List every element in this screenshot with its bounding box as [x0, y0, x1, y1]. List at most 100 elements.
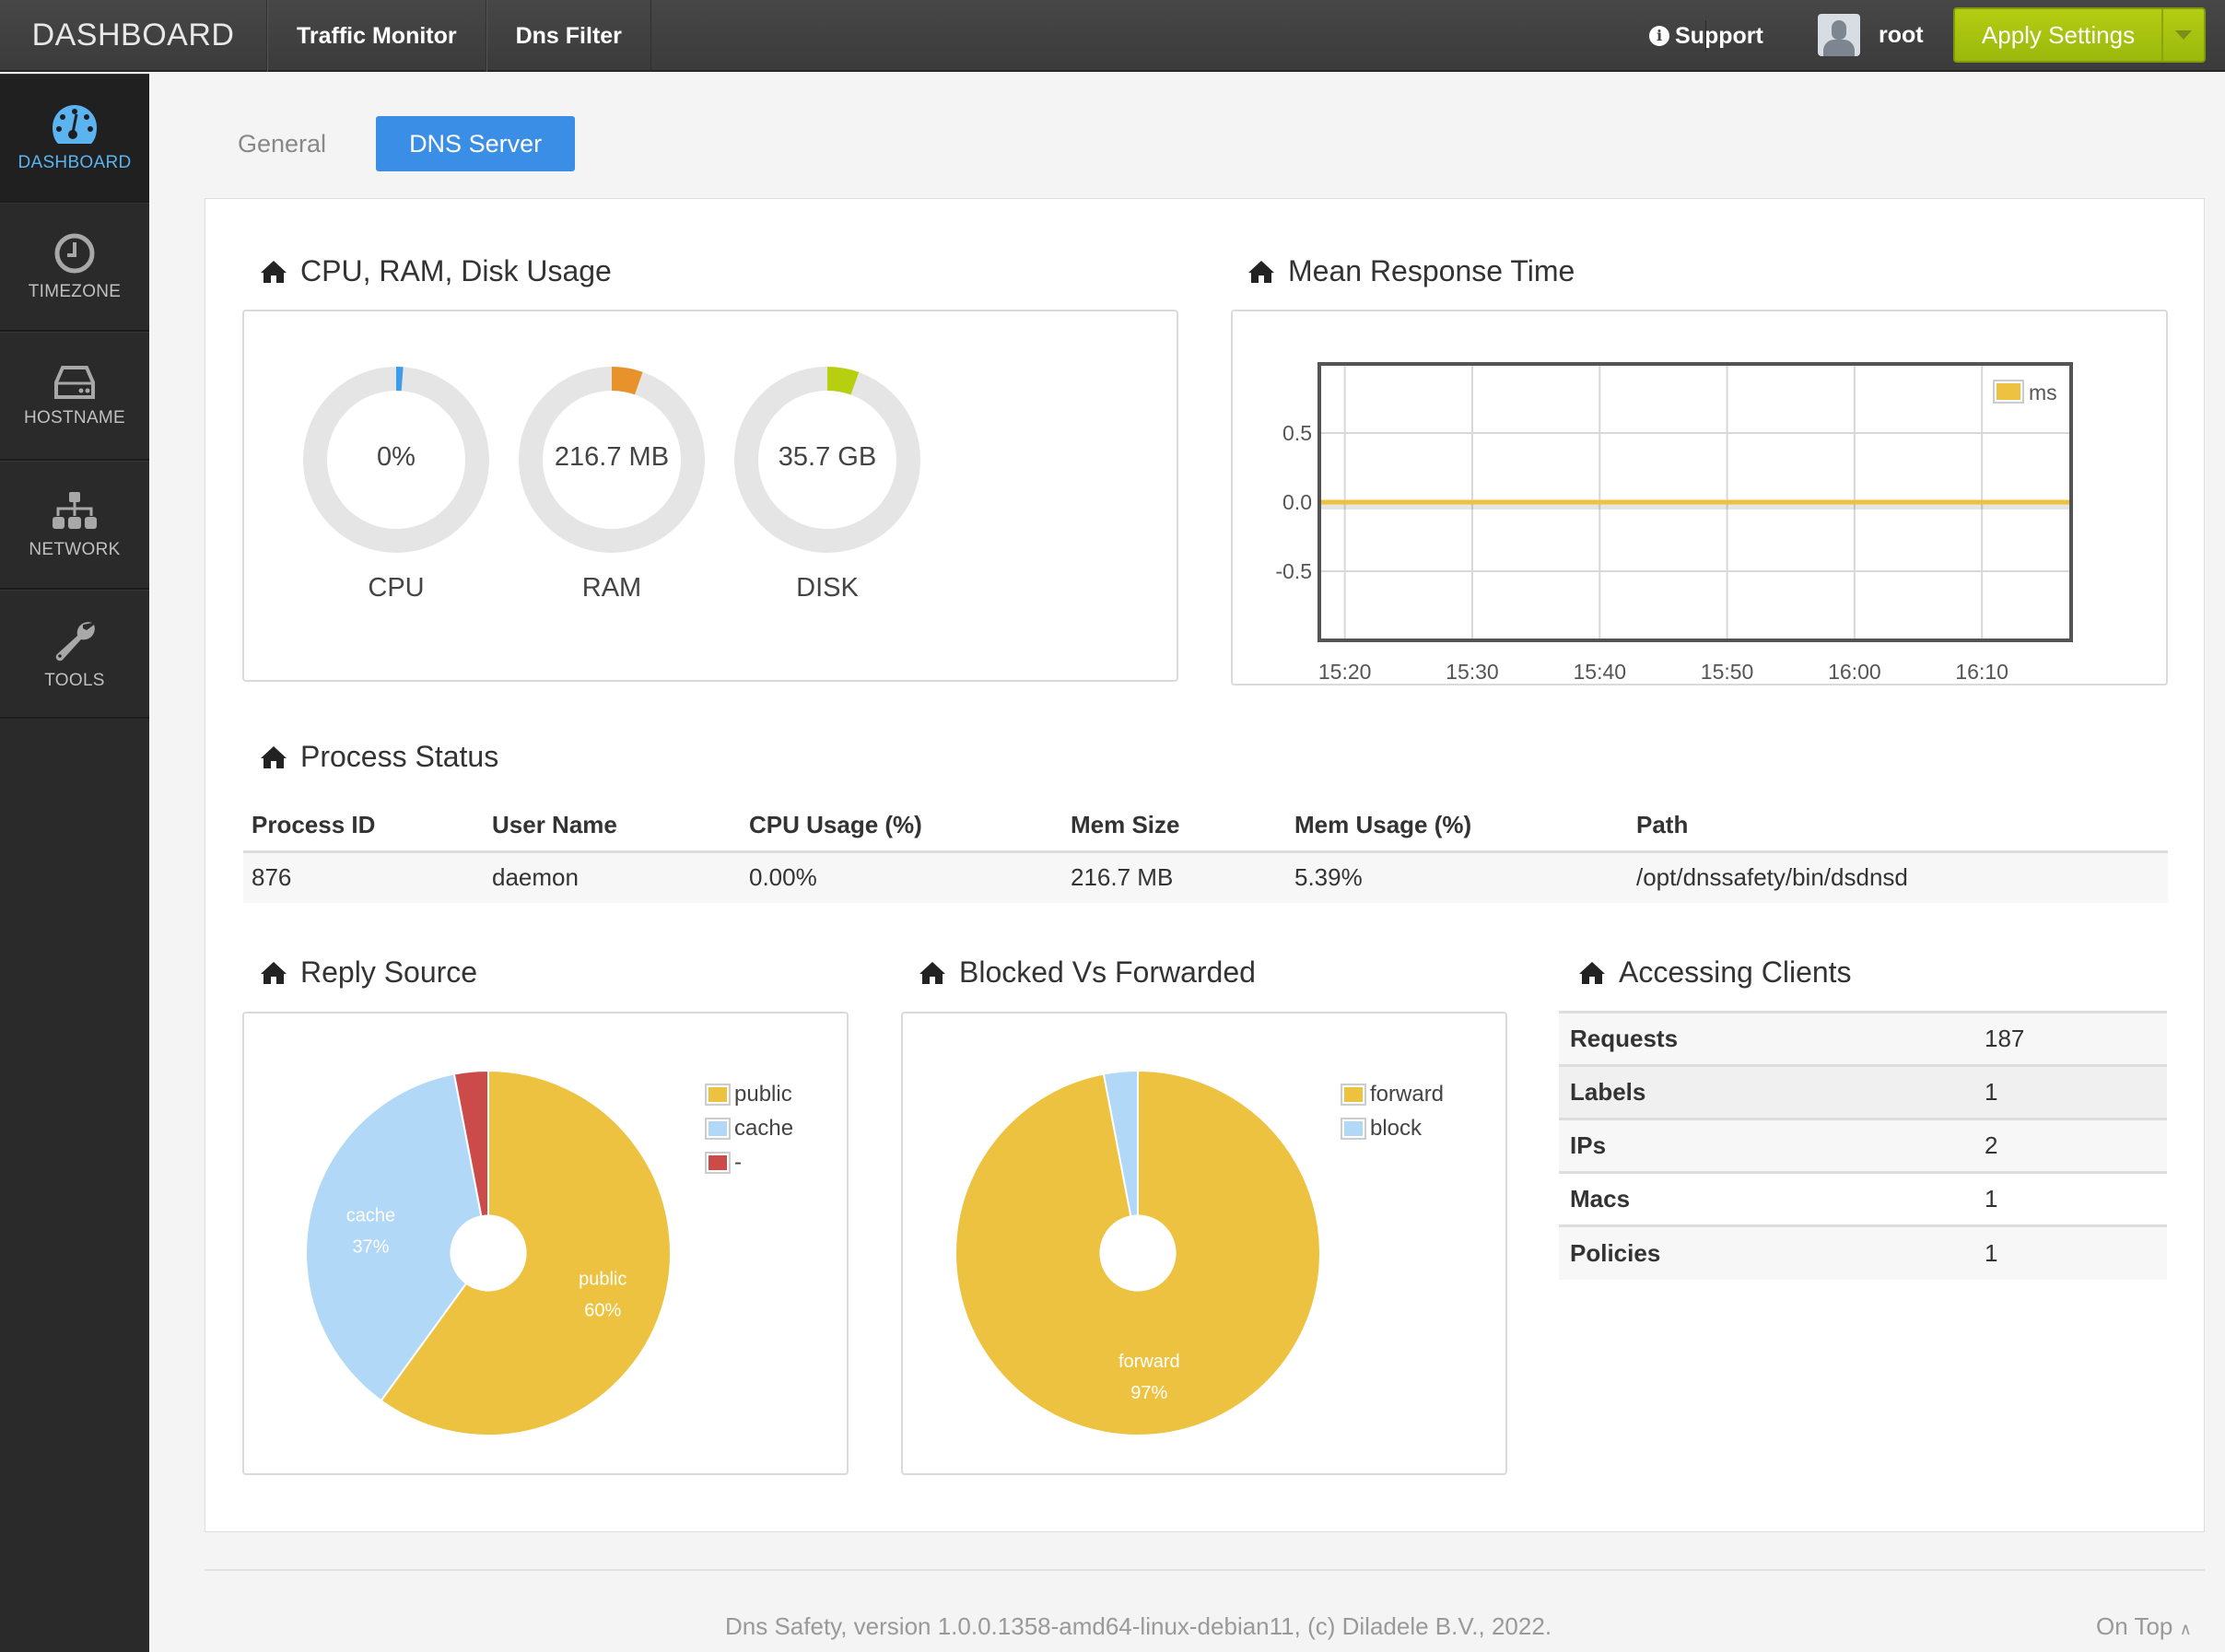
- column-header: Mem Usage (%): [1286, 800, 1628, 853]
- section-title-text: Accessing Clients: [1619, 955, 1852, 989]
- chevron-up-icon: ∧: [2179, 1620, 2192, 1638]
- section-title-text: Reply Source: [300, 955, 478, 989]
- gauge-ram: 216.7 MB RAM: [517, 365, 707, 603]
- user-menu[interactable]: root: [1818, 14, 1924, 56]
- on-top-link[interactable]: On Top ∧: [2096, 1612, 2192, 1641]
- dashboard-gauge-icon: [53, 104, 97, 144]
- pie-slice-label: public: [579, 1269, 627, 1289]
- y-tick-label: 0.0: [1282, 490, 1312, 514]
- column-header: User Name: [484, 800, 741, 853]
- sidebar-item-hostname[interactable]: HOSTNAME: [0, 332, 149, 461]
- section-title-text: Blocked Vs Forwarded: [959, 955, 1256, 989]
- footer-divider: [205, 1569, 2205, 1571]
- sidebar-item-tools[interactable]: TOOLS: [0, 590, 149, 719]
- sidebar-item-label: NETWORK: [29, 539, 121, 559]
- apply-settings-button[interactable]: Apply Settings: [1953, 7, 2206, 63]
- table-row: IPs 2: [1559, 1118, 2167, 1173]
- gauge-caption: RAM: [581, 573, 642, 603]
- legend-item: forward: [1341, 1077, 1444, 1111]
- section-title-text: CPU, RAM, Disk Usage: [300, 254, 612, 287]
- legend-swatch: [705, 1083, 731, 1106]
- gauge-value: 0%: [377, 442, 416, 472]
- x-tick-label: 15:40: [1573, 660, 1626, 684]
- table-header-row: Process ID User Name CPU Usage (%) Mem S…: [243, 800, 2168, 853]
- pie-slice-percent: 60%: [584, 1300, 621, 1320]
- cell-path: /opt/dnssafety/bin/dsdnsd: [1628, 851, 2168, 903]
- cell-user-name: daemon: [484, 851, 741, 903]
- brand-logo[interactable]: DASHBOARD: [0, 0, 267, 72]
- reply-source-legend: public cache -: [705, 1077, 793, 1179]
- apply-settings-label[interactable]: Apply Settings: [1955, 9, 2163, 61]
- sidebar: DASHBOARD TIMEZONE HOSTNAME NETWORK TOOL…: [0, 74, 149, 1652]
- sitemap-icon: [53, 491, 97, 529]
- on-top-label: On Top: [2096, 1612, 2173, 1640]
- row-value: 187: [1973, 1011, 2167, 1066]
- nav-traffic-monitor[interactable]: Traffic Monitor: [267, 0, 486, 72]
- footer-version-text: Dns Safety, version 1.0.0.1358-amd64-lin…: [725, 1612, 1552, 1640]
- home-icon: [261, 260, 287, 283]
- apply-settings-dropdown-toggle[interactable]: [2163, 9, 2204, 61]
- x-tick-label: 15:20: [1318, 660, 1372, 684]
- sidebar-item-timezone[interactable]: TIMEZONE: [0, 203, 149, 332]
- clock-icon: [54, 233, 95, 273]
- legend-label: public: [734, 1081, 792, 1107]
- pie-slice-label: forward: [1118, 1352, 1180, 1372]
- pie-center-hole: [1099, 1214, 1177, 1292]
- section-title-text: Process Status: [300, 740, 499, 773]
- home-icon: [1579, 961, 1605, 984]
- top-navbar: DASHBOARD Traffic Monitor Dns Filter i S…: [0, 0, 2225, 72]
- gauge-fill-arc: [611, 367, 643, 395]
- reply-source-section-title: Reply Source: [260, 955, 477, 990]
- legend-swatch: [705, 1117, 731, 1140]
- x-tick-label: 15:50: [1701, 660, 1754, 684]
- tab-general[interactable]: General: [205, 116, 359, 171]
- row-key: Labels: [1559, 1064, 1973, 1119]
- table-row: Requests 187: [1559, 1011, 2167, 1066]
- wrench-icon: [55, 621, 95, 661]
- home-icon: [919, 961, 945, 984]
- sidebar-item-dashboard[interactable]: DASHBOARD: [0, 74, 149, 203]
- y-tick-label: 0.5: [1282, 421, 1312, 445]
- tab-bar: General DNS Server: [205, 116, 576, 171]
- column-header: CPU Usage (%): [741, 800, 1062, 853]
- cell-mem-usage: 5.39%: [1286, 851, 1628, 903]
- avatar: [1818, 14, 1860, 56]
- gauge-fill-arc: [826, 367, 860, 395]
- gauge-disk: 35.7 GB DISK: [732, 365, 922, 603]
- pie-slice-percent: 37%: [352, 1236, 389, 1257]
- process-section-title: Process Status: [260, 740, 498, 774]
- clients-table: Requests 187 Labels 1 IPs 2 Macs 1 Policies 1: [1559, 1011, 2167, 1280]
- row-key: Macs: [1559, 1171, 1973, 1226]
- row-value: 2: [1973, 1118, 2167, 1173]
- cell-process-id: 876: [243, 851, 484, 903]
- x-tick-label: 16:10: [1955, 660, 2008, 684]
- user-name: root: [1879, 21, 1924, 48]
- nav-dns-filter[interactable]: Dns Filter: [486, 0, 651, 72]
- home-icon: [261, 961, 287, 984]
- info-icon: i: [1649, 26, 1669, 46]
- gauge-caption: CPU: [368, 573, 425, 603]
- legend-label: forward: [1370, 1081, 1445, 1107]
- x-tick-label: 15:30: [1446, 660, 1499, 684]
- table-row: Policies 1: [1559, 1224, 2167, 1280]
- pie-center-hole: [450, 1214, 527, 1292]
- home-icon: [261, 745, 287, 768]
- sidebar-item-label: TIMEZONE: [28, 281, 122, 301]
- table-row: Macs 1: [1559, 1171, 2167, 1226]
- top-nav: Traffic Monitor Dns Filter: [267, 0, 651, 72]
- cell-mem-size: 216.7 MB: [1062, 851, 1286, 903]
- legend-swatch: [1997, 383, 2020, 400]
- gauge-caption: DISK: [796, 573, 859, 603]
- hard-drive-icon: [54, 365, 95, 399]
- tab-dns-server[interactable]: DNS Server: [376, 116, 576, 171]
- blocked-section-title: Blocked Vs Forwarded: [919, 955, 1256, 990]
- legend-label: block: [1370, 1115, 1423, 1141]
- y-tick-label: -0.5: [1275, 559, 1312, 583]
- pie-slice-label: cache: [346, 1205, 395, 1225]
- row-value: 1: [1973, 1171, 2167, 1226]
- gauge-cpu: 0% CPU: [301, 365, 491, 603]
- cell-cpu-usage: 0.00%: [741, 851, 1062, 903]
- column-header: Mem Size: [1062, 800, 1286, 853]
- sidebar-item-network[interactable]: NETWORK: [0, 461, 149, 590]
- row-value: 1: [1973, 1224, 2167, 1280]
